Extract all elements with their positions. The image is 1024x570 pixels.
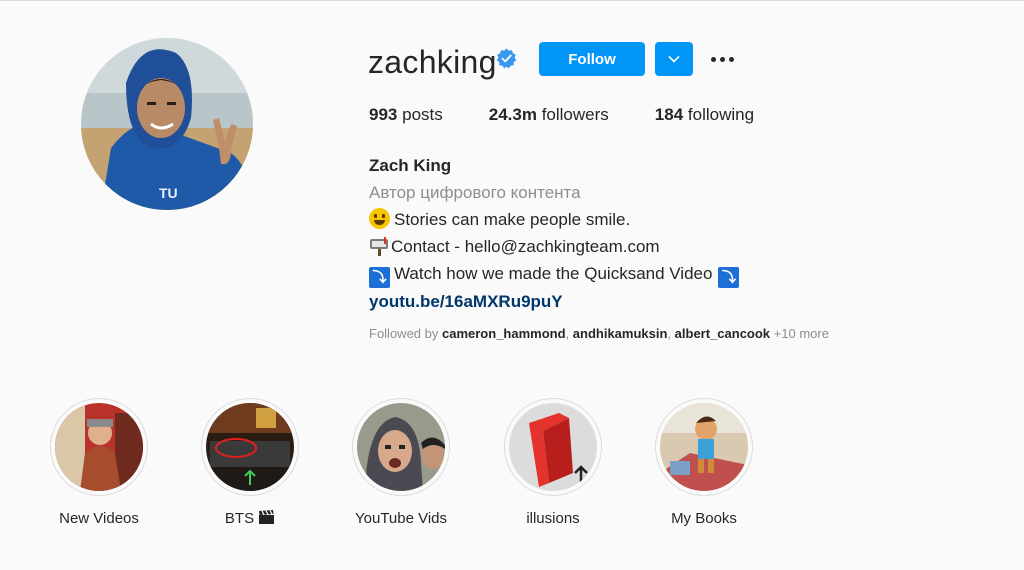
- followed-by[interactable]: Followed by cameron_hammond, andhikamuks…: [369, 326, 829, 341]
- followed-by-user: andhikamuksin: [572, 326, 668, 341]
- down-arrow-emoji-icon: ⤵: [369, 267, 390, 288]
- highlight-label: My Books: [671, 510, 737, 527]
- chevron-down-icon: [668, 55, 680, 63]
- profile-stats: 993 posts 24.3m followers 184 following: [369, 105, 800, 125]
- profile-username: zachking: [368, 44, 497, 80]
- highlight-illusions[interactable]: illusions: [493, 398, 613, 527]
- highlight-label: YouTube Vids: [354, 510, 448, 527]
- profile-bio: Zach King Автор цифрового контента Stori…: [369, 152, 740, 315]
- posts-count: 993 posts: [369, 105, 443, 124]
- follow-button[interactable]: Follow: [539, 42, 645, 76]
- following-count[interactable]: 184 following: [655, 105, 754, 125]
- svg-text:TU: TU: [159, 185, 178, 201]
- bio-line-1: Stories can make people smile.: [369, 206, 739, 233]
- account-category: Автор цифрового контента: [369, 183, 581, 202]
- mailbox-emoji-icon: [370, 237, 388, 256]
- down-arrow-emoji-icon: ⤵: [718, 267, 740, 288]
- clapper-board-icon: [259, 510, 275, 524]
- highlight-cover: [206, 403, 294, 491]
- followers-count[interactable]: 24.3m followers: [489, 105, 609, 125]
- highlight-youtube-vids[interactable]: YouTube Vids: [341, 398, 461, 527]
- smile-emoji-icon: [369, 208, 390, 229]
- story-highlights: New Videos BTS YouTube Vids illusions My…: [0, 398, 1024, 538]
- highlight-cover: [509, 403, 597, 491]
- profile-avatar[interactable]: TU: [81, 38, 253, 210]
- highlight-cover: [660, 403, 748, 491]
- highlight-label: illusions: [526, 510, 580, 527]
- more-options-icon[interactable]: [706, 44, 738, 74]
- bio-line-2: Contact - hello@zachkingteam.com: [369, 233, 739, 260]
- highlight-new-videos[interactable]: New Videos: [39, 398, 159, 527]
- followed-by-user: cameron_hammond: [442, 326, 566, 341]
- full-name: Zach King: [369, 156, 452, 175]
- highlight-label: New Videos: [59, 510, 139, 527]
- top-divider: [0, 0, 1024, 1]
- bio-link[interactable]: youtu.be/16aMXRu9puY: [369, 288, 739, 315]
- highlight-my-books[interactable]: My Books: [644, 398, 764, 527]
- followed-by-user: albert_cancook: [674, 326, 771, 341]
- highlight-label: BTS: [190, 510, 310, 527]
- highlight-cover: [55, 403, 143, 491]
- highlight-bts[interactable]: BTS: [190, 398, 310, 527]
- bio-line-3: ⤵ Watch how we made the Quicksand Video ⤵: [369, 260, 740, 288]
- highlight-cover: [357, 403, 445, 491]
- verified-badge-icon: [496, 48, 517, 69]
- avatar-image: TU: [81, 38, 253, 210]
- suggested-dropdown-button[interactable]: [655, 42, 693, 76]
